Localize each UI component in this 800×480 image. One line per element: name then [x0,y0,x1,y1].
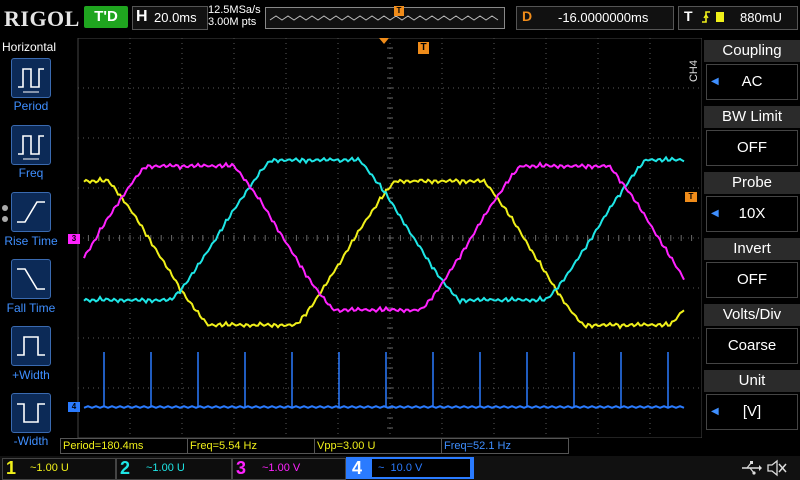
fall-time-button[interactable] [11,259,51,299]
trigger-level: 880mU [740,10,782,25]
invert-label: Invert [704,238,800,260]
bw-limit-label: BW Limit [704,106,800,128]
trigger-label: T [684,8,693,24]
memory-trigger-marker: T [394,6,404,16]
delay-label: D [522,8,533,24]
period-button[interactable] [11,58,51,98]
coupling-value: AC [741,73,763,90]
acquisition-info: 12.5MSa/s 3.00M pts [208,4,261,28]
ch2-waveform [83,155,685,305]
rise-time-label: Rise Time [4,234,58,248]
unit-button[interactable]: ◀ [V] [706,394,798,430]
ch3-scale: ~1.00 V [262,462,301,474]
volts-div-label: Volts/Div [704,304,800,326]
usb-icon [742,461,762,475]
ch1-scale: ~1.00 U [30,462,69,474]
coupling-arrow-icon: ◀ [711,76,719,87]
trigger-edge-icon [702,11,724,23]
probe-button[interactable]: ◀ 10X [706,196,798,232]
negative-pulse-icon [17,403,45,423]
delay-value: -16.0000000ms [558,10,649,25]
run-state-indicator[interactable]: T'D [84,6,128,28]
coupling-button[interactable]: ◀ AC [706,64,798,100]
trigger-level-marker[interactable]: T [685,192,697,202]
ch4-number: 4 [352,458,363,478]
brand-logo: RIGOL [4,6,80,31]
bw-limit-button[interactable]: OFF [706,130,798,166]
graticule [77,38,702,438]
ch1-waveform [83,176,685,330]
probe-arrow-icon: ◀ [711,208,719,219]
coupling-label: Coupling [704,40,800,62]
memory-overview-bar[interactable]: T [265,6,505,29]
speaker-mute-icon[interactable] [766,458,788,478]
ch4-offset-marker[interactable]: 4 [68,402,80,412]
measurement-freq-ch1[interactable]: Freq=5.54 Hz [187,438,315,454]
minus-width-button[interactable] [11,393,51,433]
volts-div-value: Coarse [727,337,777,354]
period-label: Period [13,99,49,113]
ch4-pulses [103,352,669,407]
period-icon [18,68,44,93]
ch4-waveform [83,405,685,409]
rise-time-button[interactable] [11,192,51,232]
waveform-display[interactable] [60,38,702,438]
minus-width-label: -Width [13,434,49,448]
freq-label: Freq [18,166,44,180]
fall-time-icon [17,268,45,290]
ch4-scale: ~ 10.0 V [378,462,423,474]
measurement-vpp[interactable]: Vpp=3.00 U [314,438,442,454]
freq-icon [18,135,44,160]
fall-time-label: Fall Time [6,301,56,315]
probe-value: 10X [738,205,766,222]
measure-menu-title: Horizontal [2,40,57,54]
ch2-scale: ~1.00 U [146,462,185,474]
plus-width-label: +Width [12,368,50,382]
trigger-position-arrow[interactable] [379,38,389,44]
timebase-label: H [136,8,148,25]
freq-button[interactable] [11,125,51,165]
unit-label: Unit [704,370,800,392]
volts-div-button[interactable]: Coarse [706,328,798,364]
menu-page-dot [2,205,8,211]
measurement-freq-ch4[interactable]: Freq=52.1 Hz [441,438,569,454]
ch1-number: 1 [6,458,17,478]
unit-value: [V] [742,403,762,420]
active-channel-tag: CH4 [688,60,700,83]
unit-arrow-icon: ◀ [711,406,719,417]
sample-rate: 12.5MSa/s [208,4,261,16]
plus-width-button[interactable] [11,326,51,366]
ch3-number: 3 [236,458,247,478]
memory-depth: 3.00M pts [208,16,257,28]
bw-limit-value: OFF [737,139,767,156]
menu-page-dot [2,216,8,222]
timebase-value: 20.0ms [154,10,197,25]
probe-label: Probe [704,172,800,194]
invert-value: OFF [737,271,767,288]
measurement-period[interactable]: Period=180.4ms [60,438,188,454]
positive-pulse-icon [17,336,45,356]
ch2-number: 2 [120,458,131,478]
trigger-time-marker[interactable]: T [418,42,429,54]
invert-button[interactable]: OFF [706,262,798,298]
rise-time-icon [17,201,45,223]
memory-waveform-preview [269,15,499,21]
ch3-offset-marker[interactable]: 3 [68,234,80,244]
